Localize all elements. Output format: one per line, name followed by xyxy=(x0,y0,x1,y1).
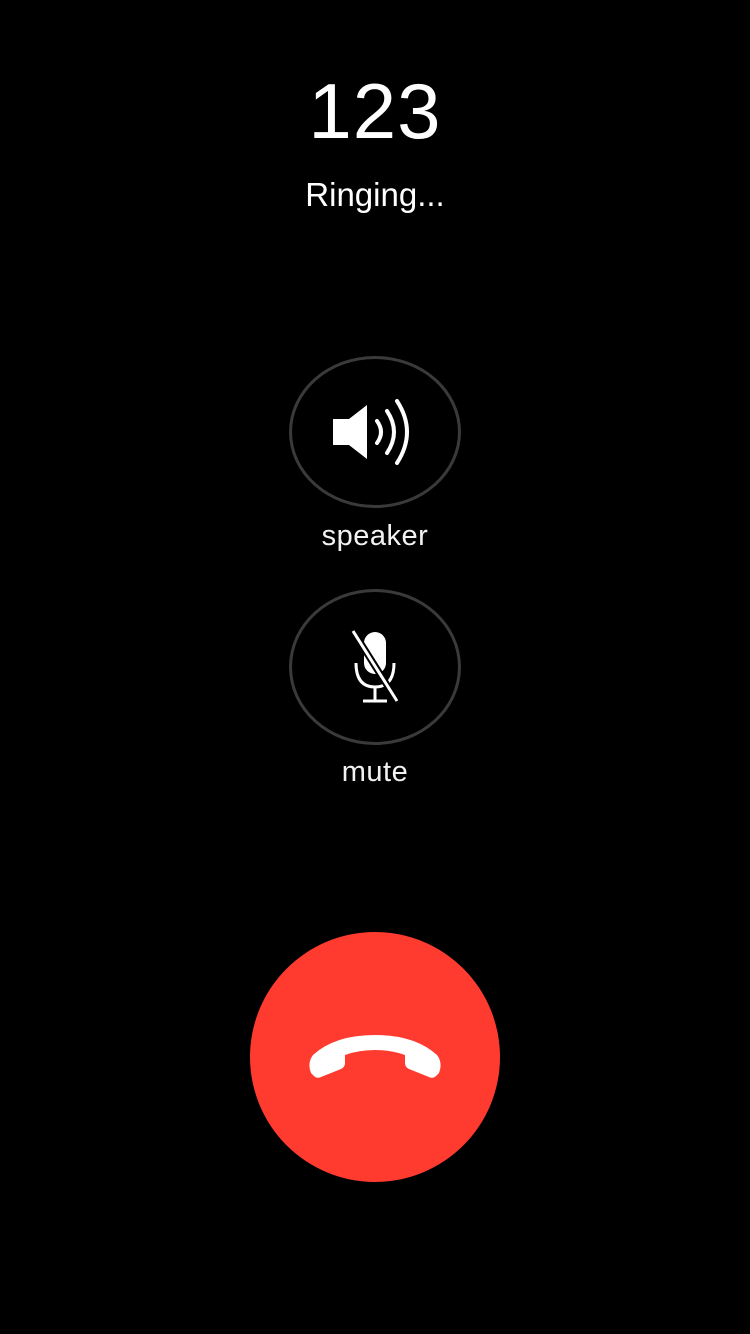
call-status: Ringing... xyxy=(305,176,445,213)
phone-hangup-icon xyxy=(305,1033,445,1081)
speaker-icon xyxy=(329,397,421,467)
caller-name: 123 xyxy=(308,67,442,155)
speaker-label: speaker xyxy=(321,520,429,552)
speaker-button[interactable] xyxy=(289,356,461,508)
mute-label: mute xyxy=(341,756,409,788)
mute-button[interactable] xyxy=(289,589,461,745)
call-screen: 123 Ringing... speaker mute xyxy=(0,0,750,1334)
end-call-button[interactable] xyxy=(250,932,500,1182)
microphone-muted-icon xyxy=(347,629,403,705)
